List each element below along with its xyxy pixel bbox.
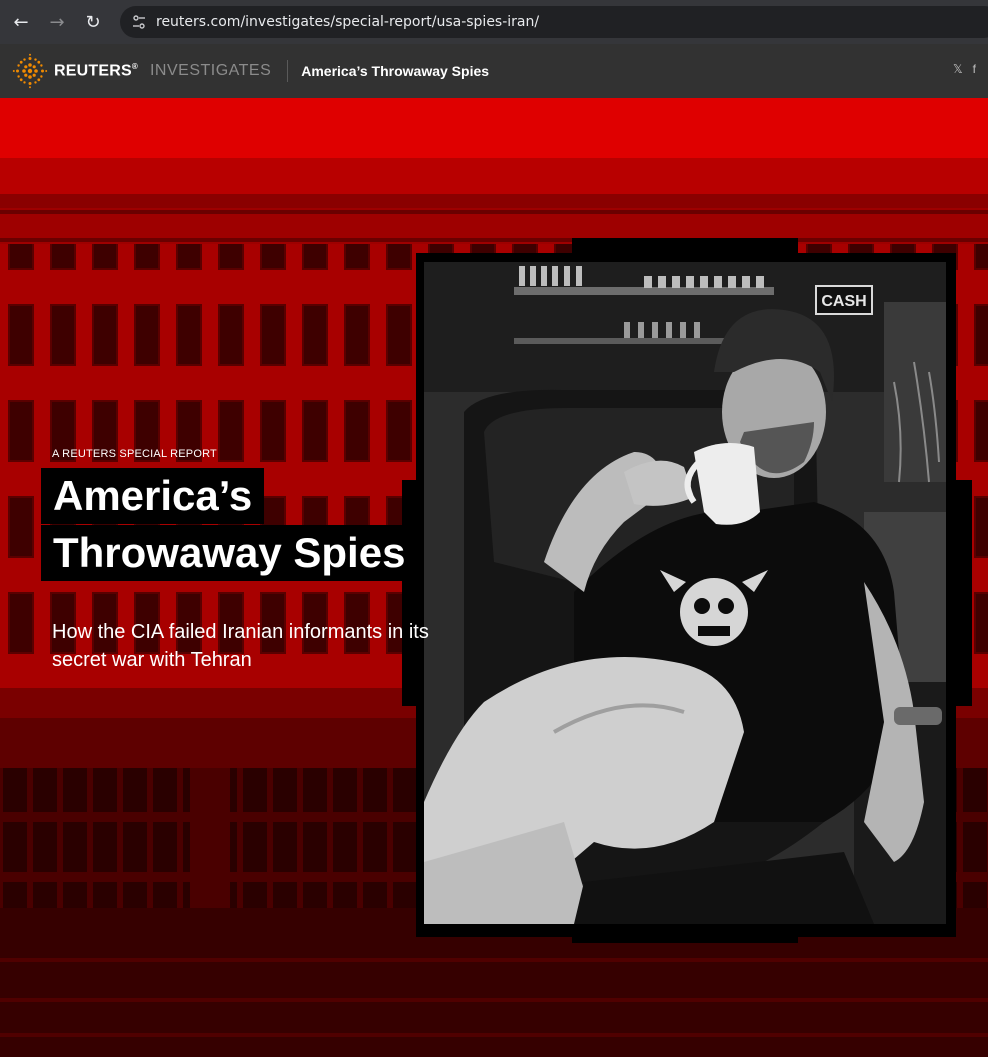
story-dek: How the CIA failed Iranian informants in… [52, 621, 429, 671]
site-header: REUTERS® INVESTIGATES America’s Throwawa… [0, 44, 988, 98]
url-text[interactable]: reuters.com/investigates/special-report/… [156, 14, 539, 30]
headline-line-2: Throwaway Spies [41, 525, 418, 581]
back-arrow-icon: ← [13, 11, 29, 33]
header-divider [287, 60, 289, 82]
hero-section: CASH A REUTERS SPECIAL REPORT America’s … [0, 98, 988, 1057]
reload-button[interactable]: ↻ [78, 7, 108, 37]
reload-icon: ↻ [85, 11, 101, 33]
browser-toolbar: ← → ↻ reuters.com/investigates/special-r… [0, 0, 988, 44]
section-name[interactable]: INVESTIGATES [150, 62, 271, 80]
site-settings-icon[interactable] [130, 13, 148, 31]
report-kicker: A REUTERS SPECIAL REPORT [52, 448, 217, 460]
forward-button[interactable]: → [42, 7, 72, 37]
social-links: 𝕏 f [953, 62, 976, 76]
story-title: America’s Throwaway Spies [301, 63, 490, 79]
back-button[interactable]: ← [6, 7, 36, 37]
address-bar[interactable]: reuters.com/investigates/special-report/… [120, 6, 988, 38]
cash-sign-text: CASH [821, 293, 866, 310]
twitter-icon[interactable]: 𝕏 [953, 62, 963, 76]
facebook-icon[interactable]: f [973, 62, 976, 76]
brand-name[interactable]: REUTERS® [54, 62, 138, 80]
registered-mark: ® [131, 61, 138, 71]
headline-line-1: America’s [41, 468, 265, 524]
forward-arrow-icon: → [49, 11, 65, 33]
hero-portrait-image: CASH [424, 262, 946, 924]
reuters-logo-icon[interactable] [12, 53, 48, 89]
